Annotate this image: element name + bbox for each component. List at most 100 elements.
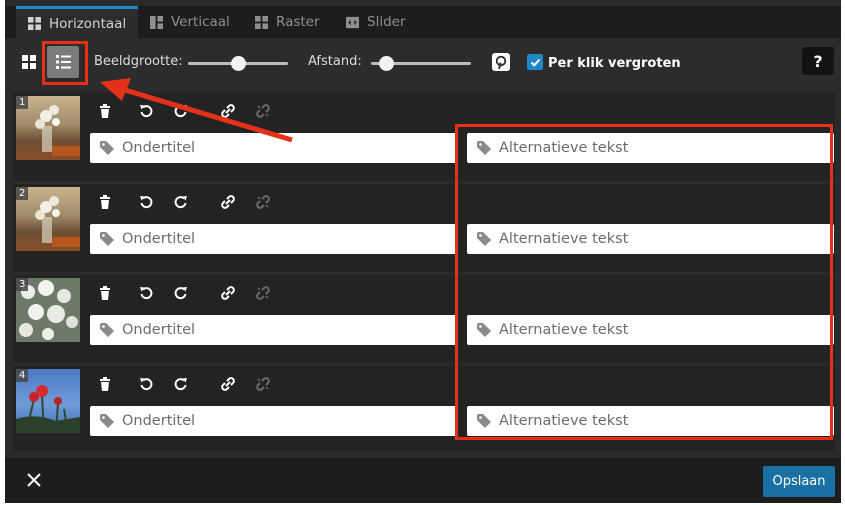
link-button[interactable]: [218, 374, 238, 394]
tab-label: Verticaal: [171, 14, 230, 30]
rotate-left-button[interactable]: [136, 374, 156, 394]
tag-icon: [477, 323, 491, 337]
rotate-right-button[interactable]: [171, 283, 191, 303]
gallery-dialog: Horizontaal Verticaal Raster Slider Beel…: [5, 0, 841, 503]
unlink-button[interactable]: [253, 283, 273, 303]
toolbar: Beeldgrootte: Afstand: Per klik vergrote…: [5, 38, 841, 90]
tag-icon: [477, 232, 491, 246]
tab-label: Slider: [367, 14, 406, 30]
trash-icon: [100, 377, 110, 391]
trash-icon: [100, 286, 110, 300]
link-button[interactable]: [218, 283, 238, 303]
unlink-button[interactable]: [253, 192, 273, 212]
grid-view-button[interactable]: [13, 46, 45, 78]
item-number: 1: [16, 96, 29, 109]
subtitle-input[interactable]: Ondertitel: [90, 315, 457, 345]
checkmark-icon: [530, 58, 540, 67]
tab-horizontaal[interactable]: Horizontaal: [16, 6, 138, 38]
rotate-left-icon: [140, 105, 153, 118]
subtitle-placeholder: Ondertitel: [122, 140, 196, 156]
unlink-button[interactable]: [253, 101, 273, 121]
tag-icon: [477, 141, 491, 155]
subtitle-input[interactable]: Ondertitel: [90, 133, 457, 163]
rotate-left-button[interactable]: [136, 283, 156, 303]
trash-icon: [100, 195, 110, 209]
item-number: 3: [16, 278, 29, 291]
unlink-icon: [256, 377, 270, 391]
grid-view-icon: [22, 55, 36, 69]
list-view-button[interactable]: [47, 46, 79, 78]
rotate-right-icon: [174, 287, 187, 300]
pinterest-button[interactable]: [492, 53, 510, 71]
thumbnail-image[interactable]: 2: [16, 187, 80, 251]
tag-icon: [477, 414, 491, 428]
spacing-label: Afstand:: [308, 54, 362, 69]
rotate-right-button[interactable]: [171, 374, 191, 394]
item-number: 2: [16, 187, 29, 200]
tab-label: Horizontaal: [49, 15, 127, 32]
item-number: 4: [16, 369, 29, 382]
image-list: 1 Ondertitel Alternatieve tekst 2 Ondert…: [13, 93, 835, 451]
list-item: 1 Ondertitel Alternatieve tekst: [13, 93, 835, 181]
rotate-right-icon: [174, 105, 187, 118]
alt-text-input[interactable]: Alternatieve tekst: [467, 315, 834, 345]
list-item: 3 Ondertitel Alternatieve tekst: [13, 275, 835, 363]
layout-tabs: Horizontaal Verticaal Raster Slider: [5, 6, 841, 38]
alt-text-input[interactable]: Alternatieve tekst: [467, 133, 834, 163]
tab-raster[interactable]: Raster: [255, 6, 320, 38]
list-view-icon: [55, 55, 71, 69]
subtitle-placeholder: Ondertitel: [122, 322, 196, 338]
rotate-right-icon: [174, 196, 187, 209]
close-icon: [27, 473, 41, 487]
slider-icon: [346, 16, 359, 28]
tag-icon: [100, 414, 114, 428]
subtitle-placeholder: Ondertitel: [122, 231, 196, 247]
horizontal-layout-icon: [28, 17, 41, 30]
alt-text-placeholder: Alternatieve tekst: [499, 413, 629, 429]
alt-text-input[interactable]: Alternatieve tekst: [467, 224, 834, 254]
spacing-slider[interactable]: [371, 56, 471, 71]
thumbnail-image[interactable]: 1: [16, 96, 80, 160]
subtitle-placeholder: Ondertitel: [122, 413, 196, 429]
enlarge-on-click-checkbox[interactable]: [527, 54, 543, 70]
image-size-slider[interactable]: [188, 56, 288, 71]
link-button[interactable]: [218, 192, 238, 212]
close-button[interactable]: [25, 471, 43, 489]
tag-icon: [100, 323, 114, 337]
link-icon: [221, 377, 235, 391]
delete-button[interactable]: [95, 374, 115, 394]
alt-text-input[interactable]: Alternatieve tekst: [467, 406, 834, 436]
help-button[interactable]: ?: [802, 47, 834, 75]
delete-button[interactable]: [95, 101, 115, 121]
rotate-left-icon: [140, 196, 153, 209]
link-button[interactable]: [218, 101, 238, 121]
alt-text-placeholder: Alternatieve tekst: [499, 322, 629, 338]
alt-text-placeholder: Alternatieve tekst: [499, 140, 629, 156]
image-size-label: Beeldgrootte:: [94, 54, 183, 69]
delete-button[interactable]: [95, 192, 115, 212]
rotate-left-icon: [140, 378, 153, 391]
list-item: 4 Ondertitel Alternatieve tekst: [13, 366, 835, 451]
alt-text-placeholder: Alternatieve tekst: [499, 231, 629, 247]
unlink-button[interactable]: [253, 374, 273, 394]
tab-slider[interactable]: Slider: [346, 6, 406, 38]
vertical-layout-icon: [150, 15, 163, 29]
rotate-right-button[interactable]: [171, 192, 191, 212]
tab-verticaal[interactable]: Verticaal: [150, 6, 230, 38]
thumbnail-image[interactable]: 3: [16, 278, 80, 342]
delete-button[interactable]: [95, 283, 115, 303]
list-item: 2 Ondertitel Alternatieve tekst: [13, 184, 835, 272]
rotate-left-button[interactable]: [136, 101, 156, 121]
spacing-slider-handle[interactable]: [378, 56, 394, 71]
tab-label: Raster: [276, 14, 320, 30]
save-button[interactable]: Opslaan: [763, 466, 835, 497]
image-size-slider-handle[interactable]: [230, 56, 246, 71]
subtitle-input[interactable]: Ondertitel: [90, 406, 457, 436]
rotate-left-button[interactable]: [136, 192, 156, 212]
thumbnail-image[interactable]: 4: [16, 369, 80, 433]
tag-icon: [100, 232, 114, 246]
tag-icon: [100, 141, 114, 155]
subtitle-input[interactable]: Ondertitel: [90, 224, 457, 254]
rotate-right-button[interactable]: [171, 101, 191, 121]
dialog-footer: Opslaan: [5, 458, 841, 503]
